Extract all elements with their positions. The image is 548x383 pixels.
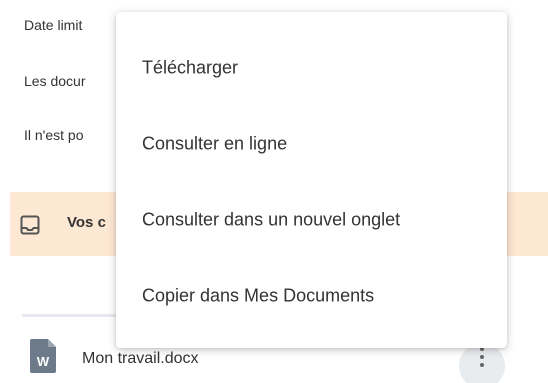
more-vertical-icon [480, 347, 484, 367]
kebab-dot [480, 363, 484, 367]
word-document-icon: W [30, 339, 56, 373]
menu-item-label: Copier dans Mes Documents [142, 285, 375, 306]
svg-text:W: W [37, 354, 50, 369]
menu-item-label: Télécharger [142, 57, 239, 78]
context-menu: Télécharger Consulter en ligne Consulter… [116, 12, 507, 348]
menu-item-view-online[interactable]: Consulter en ligne [116, 106, 507, 182]
kebab-dot [480, 355, 484, 359]
menu-item-copy-to-my-documents[interactable]: Copier dans Mes Documents [116, 258, 507, 334]
file-name[interactable]: Mon travail.docx [82, 350, 199, 368]
more-options-button[interactable] [459, 343, 505, 383]
divider [22, 314, 122, 317]
date-limit-text: Date limit [24, 17, 83, 33]
banner-title: Vos c [67, 214, 106, 231]
menu-item-view-new-tab[interactable]: Consulter dans un nouvel onglet [116, 182, 507, 258]
page: Date limit Les docur Il n'est po Vos c W… [0, 0, 548, 383]
menu-item-download[interactable]: Télécharger [116, 30, 507, 106]
menu-item-label: Consulter en ligne [142, 133, 288, 154]
inbox-icon [20, 215, 40, 235]
menu-item-label: Consulter dans un nouvel onglet [142, 209, 401, 230]
not-possible-text: Il n'est po [24, 127, 84, 143]
documents-text: Les docur [24, 73, 86, 89]
